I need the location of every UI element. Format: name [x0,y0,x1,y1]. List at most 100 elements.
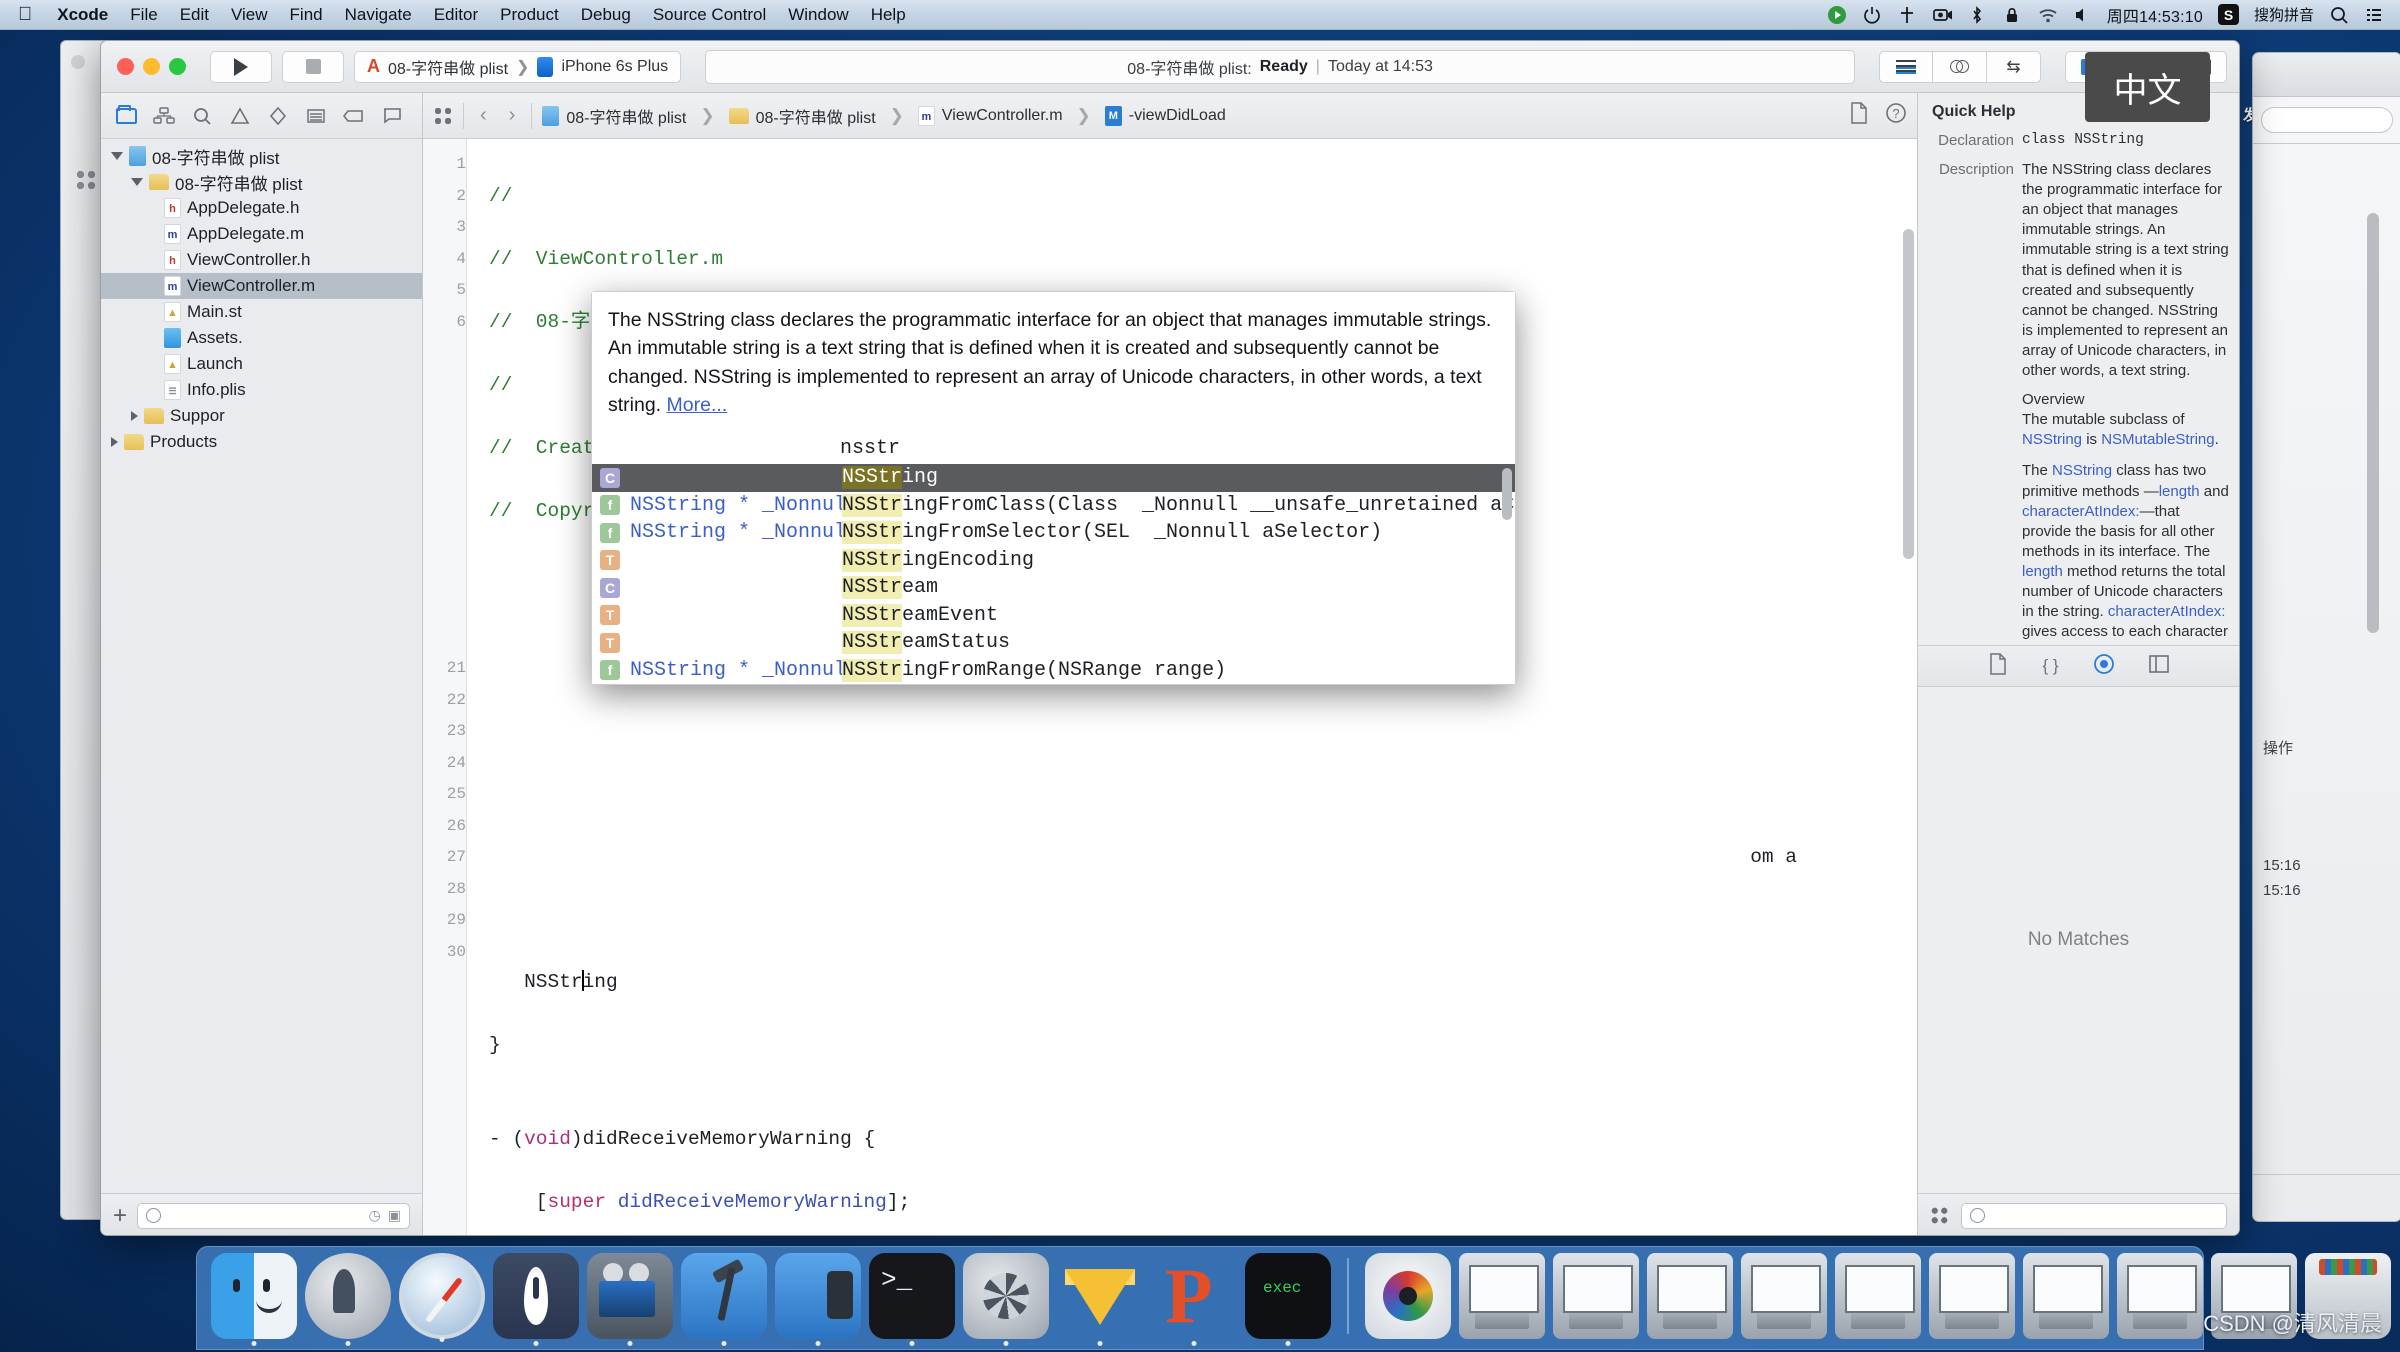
screen-record-icon[interactable] [1932,5,1952,25]
breadcrumb-project[interactable]: 08-字符串做 plist [542,104,686,128]
editor-mode-group[interactable]: ⇆ [1879,50,2041,83]
dock-item-window-4[interactable] [1741,1253,1827,1339]
tree-row-file[interactable]: h ViewController.h [101,247,422,273]
link-nsstring[interactable]: NSString [2052,462,2112,479]
menu-edit[interactable]: Edit [169,5,220,25]
dock-item-launchpad[interactable] [305,1253,391,1346]
tab-identity-inspector[interactable] [2093,653,2115,680]
link-characteratindex[interactable]: characterAtIndex: [2108,603,2226,620]
tab-project-navigator[interactable] [107,101,145,131]
power-icon[interactable] [1862,5,1882,25]
disclosure-triangle-icon[interactable] [111,152,123,160]
dock-item-window-3[interactable] [1647,1253,1733,1339]
tab-report-navigator[interactable] [373,101,411,131]
new-document-icon[interactable] [1849,102,1869,129]
menu-file[interactable]: File [119,5,168,25]
menubar-clock[interactable]: 周四14:53:10 [2107,3,2203,27]
dock-item-color-picker[interactable] [1365,1253,1451,1339]
version-editor-button[interactable]: ⇆ [1987,50,2041,83]
menu-product[interactable]: Product [489,5,570,25]
ime-badge-icon[interactable]: S [2217,4,2239,25]
menu-navigate[interactable]: Navigate [334,5,423,25]
autocomplete-item[interactable]: f NSString * _Nonnull NSStringFromSelect… [592,519,1515,547]
autocomplete-popup[interactable]: The NSString class declares the programm… [591,291,1516,686]
zoom-button[interactable] [169,58,186,75]
autocomplete-item[interactable]: T NSStringEncoding [592,547,1515,575]
navigator-filter-field[interactable]: ◷ ▣ [137,1202,410,1229]
tab-breakpoint-navigator[interactable] [335,101,373,131]
minimize-button[interactable] [143,58,160,75]
disclosure-triangle-icon[interactable] [131,178,143,186]
tree-row-group[interactable]: Products [101,429,422,455]
autocomplete-item[interactable]: C NSStream [592,574,1515,602]
ime-label[interactable]: 搜狗拼音 [2254,4,2314,25]
background-finder-window-right[interactable]: 操作 15:16 15:16 [2252,52,2400,1222]
dock-item-window-7[interactable] [2023,1253,2109,1339]
close-button[interactable] [117,58,134,75]
editor-scrollbar[interactable] [1903,229,1914,559]
link-characteratindex[interactable]: characterAtIndex: [2022,503,2140,520]
dock-item-window-5[interactable] [1835,1253,1921,1339]
volume-icon[interactable] [2072,5,2092,25]
help-icon[interactable]: ? [1885,102,1907,129]
notification-center-icon[interactable] [2364,5,2384,25]
wifi-icon[interactable] [2037,5,2057,25]
dock-item-terminal[interactable] [869,1253,955,1346]
tab-find-navigator[interactable] [183,101,221,131]
finder-search-input[interactable] [2261,107,2393,133]
tab-debug-navigator[interactable] [297,101,335,131]
dock-item-finder[interactable] [211,1253,297,1346]
add-file-button[interactable]: + [113,1203,127,1228]
apple-icon[interactable]:  [0,4,46,26]
search-icon[interactable] [2329,5,2349,25]
link-length[interactable]: length [2022,563,2063,580]
library-filter-field[interactable] [1961,1202,2227,1229]
more-link[interactable]: More... [667,394,728,416]
play-circle-icon[interactable] [1827,5,1847,25]
tab-file-inspector[interactable] [1988,652,2008,680]
link-nsstring[interactable]: NSString [2022,431,2082,448]
link-length[interactable]: length [2159,483,2200,500]
object-library-icon[interactable] [1930,1206,1949,1225]
dock-item-safari[interactable] [399,1253,485,1342]
autocomplete-list[interactable]: C NSString f NSString * _Nonnull NSStrin… [591,464,1516,686]
tree-row-file[interactable]: h AppDelegate.h [101,195,422,221]
disclosure-triangle-icon[interactable] [131,411,138,421]
autocomplete-scrollbar[interactable] [1502,468,1512,521]
tab-test-navigator[interactable] [259,101,297,131]
tab-quick-help[interactable]: { } [2042,656,2058,676]
jump-bar[interactable]: ‹ › 08-字符串做 plist ❯ 08-字符串做 plist ❯ m Vi… [423,93,1917,139]
tree-row-project[interactable]: 08-字符串做 plist [101,143,422,169]
dock-item-quicktime[interactable] [587,1253,673,1346]
source-editor[interactable]: ‹ › 08-字符串做 plist ❯ 08-字符串做 plist ❯ m Vi… [423,93,1917,1235]
dock-item-interface-builder[interactable] [681,1253,767,1346]
window-controls[interactable] [117,58,186,75]
inspector-tab-bar[interactable]: { } [1918,645,2239,687]
dock-item-sketch[interactable] [1057,1253,1143,1346]
breadcrumb-group[interactable]: 08-字符串做 plist [728,104,876,128]
autocomplete-item[interactable]: f NSString * _Nonnull NSStringFromClass(… [592,492,1516,520]
menu-window[interactable]: Window [777,5,859,25]
menu-find[interactable]: Find [279,5,334,25]
dock-item-window-1[interactable] [1459,1253,1545,1339]
clock-icon[interactable]: ◷ [369,1207,381,1224]
dock-item-exec[interactable] [1245,1253,1331,1346]
back-chevron-icon[interactable]: ‹ [474,104,493,127]
airplay-icon[interactable] [1897,5,1917,25]
autocomplete-item[interactable]: T NSStreamStatus [592,629,1515,657]
autocomplete-item[interactable]: f NSString * _Nonnull NSStringFromRange(… [592,657,1515,685]
dock-item-window-6[interactable] [1929,1253,2015,1339]
tab-issue-navigator[interactable] [221,101,259,131]
tree-row-file[interactable]: m AppDelegate.m [101,221,422,247]
tree-row-group[interactable]: 08-字符串做 plist [101,169,422,195]
tree-row-file[interactable]: Assets. [101,325,422,351]
menubar[interactable]:  Xcode File Edit View Find Navigate Edi… [0,0,2400,30]
bluetooth-icon[interactable] [1967,5,1987,25]
filter-icon[interactable]: ▣ [388,1207,401,1224]
menu-debug[interactable]: Debug [570,5,642,25]
menu-help[interactable]: Help [860,5,917,25]
dock-item-simulator[interactable] [775,1253,861,1346]
tab-attributes-inspector[interactable] [2148,654,2169,678]
dock-item-paw[interactable] [1151,1251,1237,1346]
stop-button[interactable] [282,50,344,83]
